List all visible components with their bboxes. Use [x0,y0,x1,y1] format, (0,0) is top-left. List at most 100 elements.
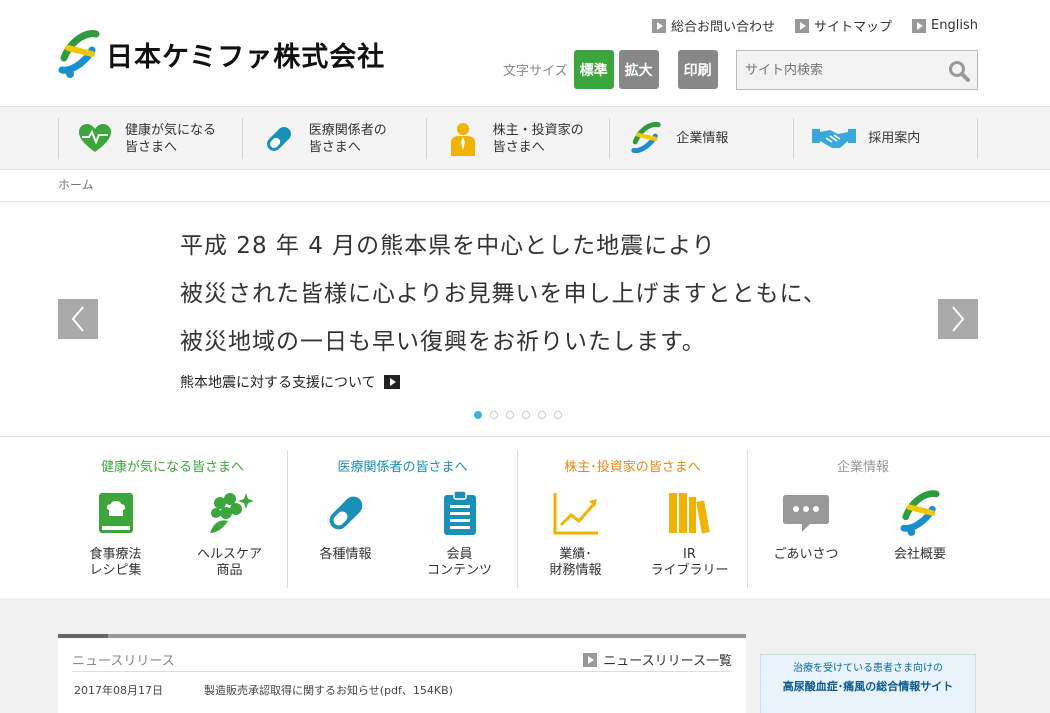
news-date: 2017年08月17日 [74,684,163,697]
chevron-left-icon [71,306,84,332]
hero-slider: 平成 28 年 4 月の熊本県を中心とした地震により 被災された皆様に心よりお見… [0,201,1050,437]
clipboard-icon [443,490,476,535]
category-item-label: 各種情報 [319,547,372,562]
arrow-right-icon [652,18,667,33]
header: 日本ケミファ株式会社 総合お問い合わせ サイトマップ English 文字サイズ… [0,0,1050,106]
nav-label-line2: 皆さまへ [125,139,178,155]
company-logo[interactable]: 日本ケミファ株式会社 [58,28,385,80]
banner-line1: 治療を受けている患者さま向けの [793,663,943,674]
category-item-greeting[interactable]: ごあいさつ [749,489,863,563]
nav-label-line1: 医療関係者の [308,122,387,138]
category-grid: 健康が気になる皆さまへ 食事療法 レシピ集 ヘルスケア 商品 医療関係者の皆さま… [58,450,978,588]
recipe-book-icon [98,493,133,533]
arrow-right-icon [912,18,927,33]
news-title: ニュースリリース [72,654,175,669]
category-item-info[interactable]: 各種情報 [289,489,403,579]
utility-links: 総合お問い合わせ サイトマップ English [652,16,978,35]
line-chart-icon [553,493,598,535]
category-item-label: 業績･ [559,547,592,562]
nav-label-line2: 皆さまへ [308,139,361,155]
category-item-label: ヘルスケア [196,547,262,562]
category-item-label: レシピ集 [89,563,142,578]
hero-text-line: 被災地域の一日も早い復興をお祈りいたします。 [180,329,706,355]
english-link-label: English [931,18,978,33]
books-icon [668,493,710,534]
company-logo-icon [631,121,662,153]
slider-prev-button[interactable] [58,299,98,339]
category-item-recipes[interactable]: 食事療法 レシピ集 [59,489,173,579]
site-search [736,50,978,90]
breadcrumb-home[interactable]: ホーム [58,178,94,192]
slider-dots [474,411,562,419]
nav-item-company[interactable]: 企業情報 [609,118,793,159]
category-item-label: コンテンツ [426,563,492,578]
hero-text-line: 被災された皆様に心よりお見舞いを申し上げますとともに、 [180,281,827,307]
contact-link-label: 総合お問い合わせ [671,20,776,35]
category-title[interactable]: 企業情報 [837,456,889,475]
company-name: 日本ケミファ株式会社 [106,41,386,73]
arrow-right-icon [795,18,810,33]
category-item-label: ライブラリー [650,563,729,578]
category-item-financials[interactable]: 業績･ 財務情報 [519,489,633,579]
category-investors: 株主･投資家の皆さまへ 業績･ 財務情報 IR ライブラリー [518,450,748,588]
nav-item-medical[interactable]: 医療関係者の 皆さまへ [241,118,426,159]
slider-dot[interactable] [522,411,530,419]
contact-link[interactable]: 総合お問い合わせ [652,16,775,35]
category-item-ir-library[interactable]: IR ライブラリー [633,489,747,579]
category-item-label: 商品 [216,563,243,578]
category-title[interactable]: 株主･投資家の皆さまへ [564,456,701,475]
slider-dot[interactable] [538,411,546,419]
heart-pulse-icon [79,123,111,152]
news-panel: ニュースリリース ニュースリリース一覧 2017年08月17日 製造販売承認取得… [58,634,746,713]
category-item-label: ごあいさつ [773,547,839,562]
banner-line2: 高尿酸血症･痛風の総合情報サイト [782,680,954,693]
category-item-members[interactable]: 会員 コンテンツ [403,489,517,579]
category-title[interactable]: 医療関係者の皆さまへ [337,456,467,475]
category-item-label: 財務情報 [549,563,602,578]
sitemap-link-label: サイトマップ [814,20,893,35]
category-item-label: IR [683,547,696,562]
slider-dot[interactable] [554,411,562,419]
english-link[interactable]: English [912,16,978,35]
nav-label-line1: 健康が気になる [125,122,217,138]
category-medical: 医療関係者の皆さまへ 各種情報 会員 コンテンツ [288,450,518,588]
hero-text-line: 平成 28 年 4 月の熊本県を中心とした地震により [180,233,716,259]
arrow-right-icon [383,375,400,389]
handshake-icon [812,128,857,148]
hero-link-label: 熊本地震に対する支援について [180,375,376,391]
news-more-link[interactable]: ニュースリリース一覧 [583,650,732,669]
search-icon[interactable] [947,59,971,83]
category-title[interactable]: 健康が気になる皆さまへ [101,456,244,475]
hero-support-link[interactable]: 熊本地震に対する支援について [180,372,400,392]
arrow-right-icon [583,652,598,667]
page: 日本ケミファ株式会社 総合お問い合わせ サイトマップ English 文字サイズ… [0,0,1050,713]
slider-dot[interactable] [490,411,498,419]
category-item-profile[interactable]: 会社概要 [863,489,977,563]
nav-label-line1: 採用案内 [868,131,921,146]
gout-info-banner[interactable]: 治療を受けている患者さま向けの 高尿酸血症･痛風の総合情報サイト [760,654,976,713]
print-button[interactable]: 印刷 [677,50,718,89]
category-item-healthcare[interactable]: ヘルスケア 商品 [173,489,287,579]
font-large-button[interactable]: 拡大 [618,50,659,89]
slider-dot[interactable] [506,411,514,419]
category-company: 企業情報 ごあいさつ 会社概要 [748,450,978,588]
slider-next-button[interactable] [938,299,978,339]
nav-label-line1: 株主・投資家の [492,122,584,138]
capsule-icon [266,126,291,151]
category-health: 健康が気になる皆さまへ 食事療法 レシピ集 ヘルスケア 商品 [58,450,288,588]
font-standard-button[interactable]: 標準 [573,50,614,89]
news-more-label: ニュースリリース一覧 [603,654,732,669]
person-icon [450,122,475,156]
nav-label-line2: 皆さまへ [492,139,545,155]
sitemap-link[interactable]: サイトマップ [795,16,892,35]
nav-item-investors[interactable]: 株主・投資家の 皆さまへ [425,118,610,159]
font-size-controls: 文字サイズ 標準 拡大 印刷 [503,50,718,89]
slider-dot[interactable] [474,411,482,419]
chevron-right-icon [952,306,965,332]
breadcrumb: ホーム [58,176,94,193]
company-logo-icon [58,30,100,78]
news-item[interactable]: 2017年08月17日 製造販売承認取得に関するお知らせ(pdf、154KB) [74,682,453,698]
nav-item-health[interactable]: 健康が気になる 皆さまへ [58,118,242,159]
search-input[interactable] [737,62,937,78]
nav-item-recruit[interactable]: 採用案内 [793,118,978,159]
